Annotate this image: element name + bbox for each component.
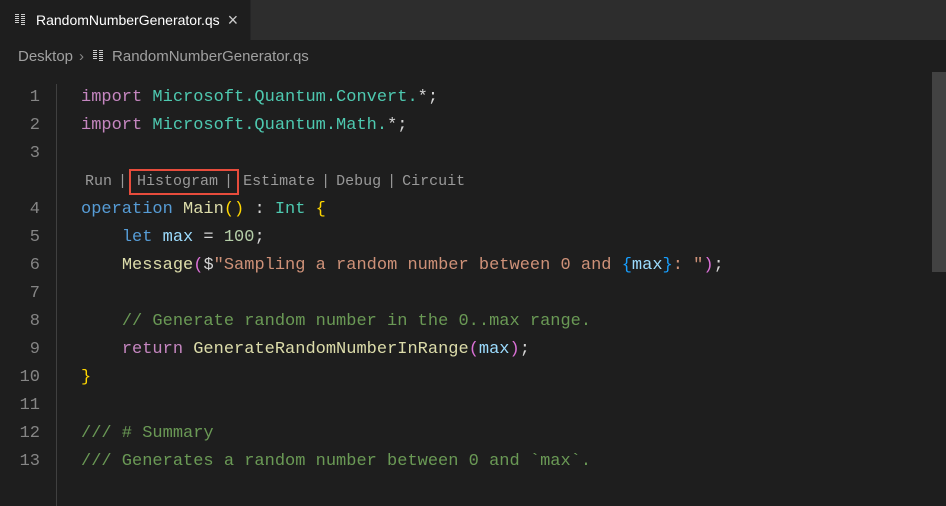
codelens-histogram[interactable]: Histogram bbox=[133, 173, 222, 190]
file-icon bbox=[90, 48, 106, 64]
close-icon[interactable]: × bbox=[228, 11, 239, 29]
code-line[interactable]: /// Generates a random number between 0 … bbox=[81, 448, 946, 476]
code-line[interactable] bbox=[81, 280, 946, 308]
editor-tab[interactable]: RandomNumberGenerator.qs × bbox=[0, 0, 251, 40]
code-line[interactable]: import Microsoft.Quantum.Convert.*; bbox=[81, 84, 946, 112]
code-line[interactable] bbox=[81, 392, 946, 420]
line-number: 11 bbox=[0, 392, 40, 420]
codelens-estimate[interactable]: Estimate bbox=[239, 168, 319, 196]
code-line[interactable]: } bbox=[81, 364, 946, 392]
tab-bar: RandomNumberGenerator.qs × bbox=[0, 0, 946, 40]
chevron-right-icon: › bbox=[79, 48, 84, 65]
editor: 1 2 3 4 5 6 7 8 9 10 11 12 13 import Mic… bbox=[0, 72, 946, 506]
line-number: 1 bbox=[0, 84, 40, 112]
code-line[interactable]: /// # Summary bbox=[81, 420, 946, 448]
line-number: 5 bbox=[0, 224, 40, 252]
line-number: 13 bbox=[0, 448, 40, 476]
codelens-circuit[interactable]: Circuit bbox=[398, 168, 469, 196]
line-number bbox=[0, 168, 40, 196]
line-number: 12 bbox=[0, 420, 40, 448]
code-line[interactable] bbox=[81, 140, 946, 168]
highlight-box: Histogram| bbox=[129, 169, 239, 195]
codelens: Run|Histogram|Estimate|Debug|Circuit bbox=[81, 168, 946, 196]
file-icon bbox=[12, 12, 28, 28]
breadcrumb[interactable]: Desktop › RandomNumberGenerator.qs bbox=[0, 40, 946, 72]
codelens-debug[interactable]: Debug bbox=[332, 168, 385, 196]
codelens-run[interactable]: Run bbox=[81, 168, 116, 196]
code-area[interactable]: import Microsoft.Quantum.Convert.*; impo… bbox=[56, 84, 946, 506]
scrollbar[interactable] bbox=[932, 72, 946, 506]
line-number-gutter: 1 2 3 4 5 6 7 8 9 10 11 12 13 bbox=[0, 84, 56, 506]
breadcrumb-parent[interactable]: Desktop bbox=[18, 48, 73, 65]
scrollbar-thumb[interactable] bbox=[932, 72, 946, 272]
tab-bar-empty bbox=[251, 0, 946, 40]
line-number: 2 bbox=[0, 112, 40, 140]
code-line[interactable]: // Generate random number in the 0..max … bbox=[81, 308, 946, 336]
line-number: 10 bbox=[0, 364, 40, 392]
line-number: 7 bbox=[0, 280, 40, 308]
line-number: 4 bbox=[0, 196, 40, 224]
tab-filename: RandomNumberGenerator.qs bbox=[36, 12, 220, 28]
code-line[interactable]: Message($"Sampling a random number betwe… bbox=[81, 252, 946, 280]
breadcrumb-file[interactable]: RandomNumberGenerator.qs bbox=[112, 48, 309, 65]
line-number: 8 bbox=[0, 308, 40, 336]
code-line[interactable]: operation Main() : Int { bbox=[81, 196, 946, 224]
line-number: 9 bbox=[0, 336, 40, 364]
code-line[interactable]: let max = 100; bbox=[81, 224, 946, 252]
line-number: 6 bbox=[0, 252, 40, 280]
code-line[interactable]: import Microsoft.Quantum.Math.*; bbox=[81, 112, 946, 140]
line-number: 3 bbox=[0, 140, 40, 168]
code-line[interactable]: return GenerateRandomNumberInRange(max); bbox=[81, 336, 946, 364]
